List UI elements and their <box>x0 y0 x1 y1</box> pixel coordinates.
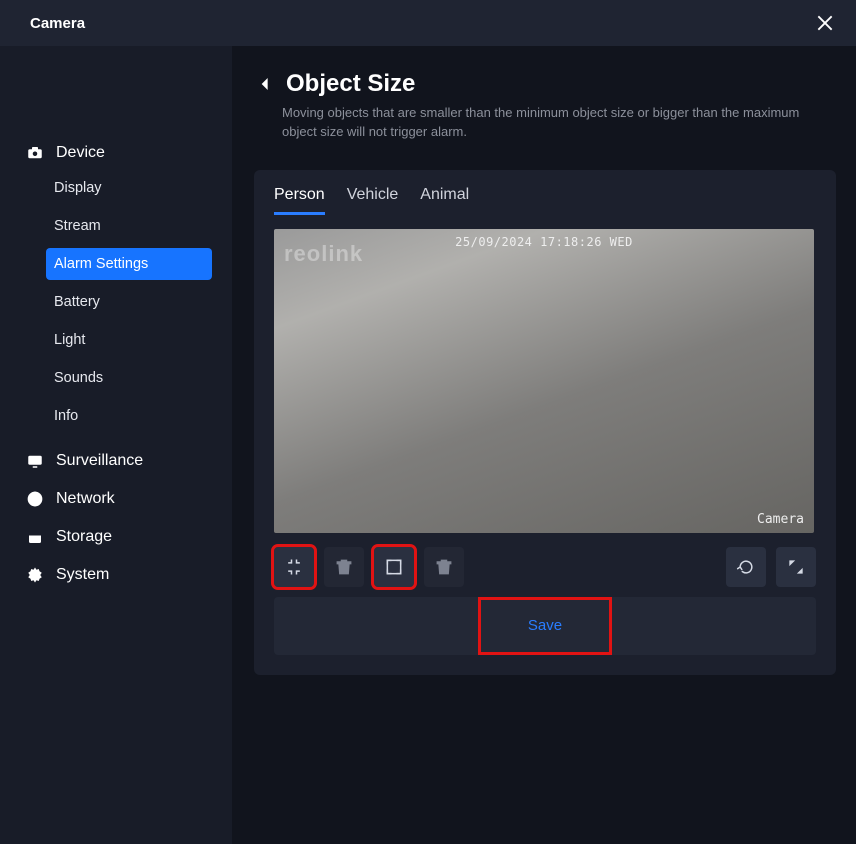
trash-icon <box>434 557 454 577</box>
delete-max-button[interactable] <box>424 547 464 587</box>
tool-row <box>274 547 816 587</box>
save-button[interactable]: Save <box>528 617 562 634</box>
preview-watermark: reolink <box>284 241 363 267</box>
tab-animal[interactable]: Animal <box>420 186 469 215</box>
close-icon <box>815 13 835 33</box>
sidebar-item-light[interactable]: Light <box>46 324 212 356</box>
refresh-icon <box>736 557 756 577</box>
sidebar-group-label: Network <box>56 490 115 508</box>
gear-icon <box>26 566 44 584</box>
preview-camera-label: Camera <box>757 512 804 527</box>
close-button[interactable] <box>814 12 836 34</box>
sidebar-group-label: Surveillance <box>56 452 143 470</box>
camera-icon <box>26 144 44 162</box>
back-button[interactable] <box>254 73 276 95</box>
max-size-button[interactable] <box>374 547 414 587</box>
sidebar-group-device[interactable]: Device <box>0 134 232 172</box>
preview-timestamp: 25/09/2024 17:18:26 WED <box>455 235 633 249</box>
monitor-icon <box>26 452 44 470</box>
save-highlight: Save <box>478 597 612 655</box>
min-size-button[interactable] <box>274 547 314 587</box>
storage-icon <box>26 528 44 546</box>
sidebar: Device Display Stream Alarm Settings Bat… <box>0 46 232 844</box>
sidebar-group-label: Device <box>56 144 105 162</box>
sidebar-item-info[interactable]: Info <box>46 400 212 432</box>
fullscreen-icon <box>786 557 806 577</box>
page-title: Object Size <box>286 70 415 98</box>
globe-icon <box>26 490 44 508</box>
sidebar-group-label: System <box>56 566 109 584</box>
contract-icon <box>284 557 304 577</box>
sidebar-group-storage[interactable]: Storage <box>0 518 232 556</box>
tabs: Person Vehicle Animal <box>274 186 816 215</box>
sidebar-group-network[interactable]: Network <box>0 480 232 518</box>
expand-icon <box>384 557 404 577</box>
chevron-left-icon <box>257 73 273 95</box>
delete-min-button[interactable] <box>324 547 364 587</box>
save-bar: Save <box>274 597 816 655</box>
tab-person[interactable]: Person <box>274 186 325 215</box>
reset-button[interactable] <box>726 547 766 587</box>
title-bar: Camera <box>0 0 856 46</box>
settings-panel: Person Vehicle Animal reolink 25/09/2024… <box>254 170 836 675</box>
fullscreen-button[interactable] <box>776 547 816 587</box>
sidebar-item-sounds[interactable]: Sounds <box>46 362 212 394</box>
sidebar-item-battery[interactable]: Battery <box>46 286 212 318</box>
sidebar-item-alarm-settings[interactable]: Alarm Settings <box>46 248 212 280</box>
sidebar-item-stream[interactable]: Stream <box>46 210 212 242</box>
camera-preview: reolink 25/09/2024 17:18:26 WED Camera <box>274 229 814 533</box>
sidebar-item-display[interactable]: Display <box>46 172 212 204</box>
trash-icon <box>334 557 354 577</box>
sidebar-group-surveillance[interactable]: Surveillance <box>0 442 232 480</box>
sidebar-group-system[interactable]: System <box>0 556 232 594</box>
tab-vehicle[interactable]: Vehicle <box>347 186 399 215</box>
main-panel: Object Size Moving objects that are smal… <box>232 46 856 844</box>
sidebar-group-label: Storage <box>56 528 112 546</box>
window-title: Camera <box>30 15 85 32</box>
page-description: Moving objects that are smaller than the… <box>254 104 814 142</box>
